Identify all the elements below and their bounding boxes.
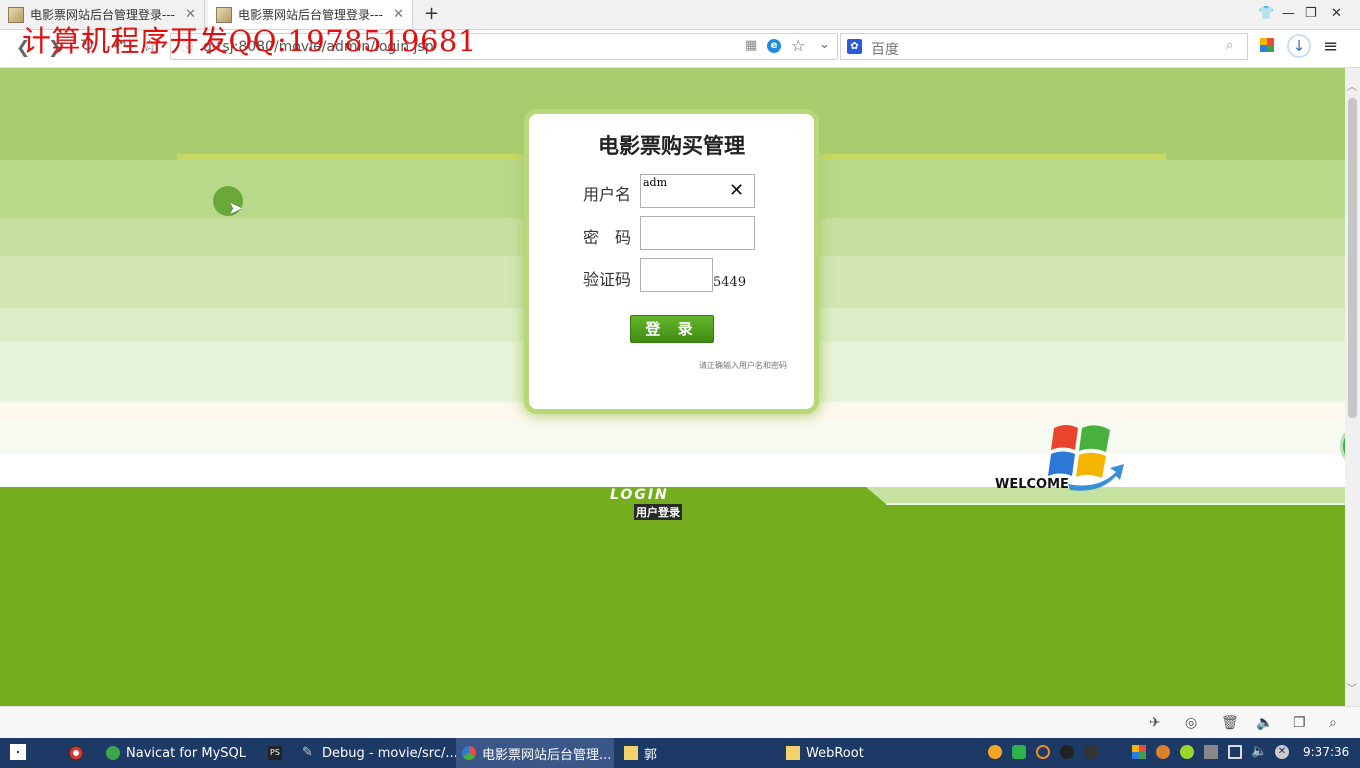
welcome-text: WELCOME xyxy=(995,477,1069,492)
search-bar[interactable]: ✿ 百度 ⌕ xyxy=(840,33,1248,60)
taskbar-item-label: 郭 xyxy=(644,747,658,763)
pin-icon[interactable]: ✈ xyxy=(1149,715,1161,731)
clear-input-icon[interactable]: ✕ xyxy=(729,180,744,201)
browser-icon xyxy=(462,746,476,760)
page-scrollbar[interactable]: ︿ ﹀ xyxy=(1345,68,1360,706)
tray-wechat-icon[interactable] xyxy=(1012,745,1026,759)
url-dropdown-icon[interactable]: ⌄ xyxy=(819,37,830,52)
taskbar-clock[interactable]: 9:37:36 xyxy=(1303,745,1349,759)
chrome-app-icon[interactable] xyxy=(68,745,84,761)
taskbar-item-browser[interactable]: 电影票网站后台管理... xyxy=(456,738,614,768)
username-value: adm xyxy=(643,176,668,189)
login-banner-cn: 用户登录 xyxy=(634,504,682,520)
ie-engine-icon[interactable]: e xyxy=(767,39,781,53)
folder-icon xyxy=(624,746,638,760)
login-hint: 请正确输入用户名和密码 xyxy=(699,361,787,370)
volume-icon[interactable]: 🔈 xyxy=(1256,715,1273,731)
folder-icon xyxy=(786,746,800,760)
mouse-cursor-icon: ➤ xyxy=(228,198,244,219)
tray-usb-icon[interactable] xyxy=(1204,745,1218,759)
taskbar-item-navicat[interactable]: Navicat for MySQL xyxy=(100,738,250,768)
navicat-icon xyxy=(106,746,120,760)
tray-search-icon[interactable] xyxy=(1036,745,1050,759)
maximize-icon[interactable]: ❐ xyxy=(1305,6,1317,21)
login-title: 电影票购买管理 xyxy=(598,133,745,158)
tray-close-icon[interactable]: ✕ xyxy=(1275,745,1289,759)
accelerate-icon[interactable]: ◎ xyxy=(1185,715,1197,731)
taskbar-item-label: Debug - movie/src/... xyxy=(322,745,458,761)
search-input[interactable]: 百度 xyxy=(871,39,899,59)
username-label: 用户名 xyxy=(583,185,632,204)
tray-360-icon[interactable] xyxy=(1180,745,1194,759)
tray-apps-icon[interactable] xyxy=(1132,745,1146,759)
download-icon[interactable]: ↓ xyxy=(1287,34,1311,58)
qr-code-icon[interactable]: ▦ xyxy=(745,38,757,53)
taskbar-item-label: Navicat for MySQL xyxy=(126,745,246,761)
photoshop-icon[interactable]: PS xyxy=(268,746,282,760)
password-input[interactable] xyxy=(640,216,755,250)
tray-qq2-icon[interactable] xyxy=(1084,745,1098,759)
scroll-thumb[interactable] xyxy=(1348,98,1357,418)
trash-icon[interactable]: 🗑 xyxy=(1221,715,1239,731)
watermark-text: 计算机程序开发QQ:1978519681 xyxy=(22,24,477,58)
baidu-paw-icon: ✿ xyxy=(847,39,862,54)
search-icon[interactable]: ⌕ xyxy=(1226,38,1233,53)
scroll-up-icon[interactable]: ︿ xyxy=(1347,78,1357,93)
captcha-label: 验证码 xyxy=(583,270,632,289)
taskbar-item-label: WebRoot xyxy=(806,745,864,761)
taskbar-item-webroot[interactable]: WebRoot xyxy=(780,738,940,768)
taskbar-item-folder-guo[interactable]: 郭 xyxy=(618,738,768,768)
tray-qq-icon[interactable] xyxy=(1060,745,1074,759)
taskbar-item-eclipse[interactable]: ✎ Debug - movie/src/... xyxy=(296,738,458,768)
zoom-icon[interactable]: ⌕ xyxy=(1329,715,1337,731)
captcha-input[interactable] xyxy=(640,258,713,292)
close-window-icon[interactable]: ✕ xyxy=(1331,6,1342,21)
tray-cat-icon[interactable] xyxy=(1156,745,1170,759)
tray-volume-icon[interactable]: 🔈 xyxy=(1251,744,1267,759)
password-label: 密 码 xyxy=(583,228,632,247)
menu-hamburger-icon[interactable]: ≡ xyxy=(1323,36,1338,57)
captcha-code[interactable]: 5449 xyxy=(713,275,746,290)
windows-start-icon[interactable] xyxy=(10,744,26,760)
skin-icon[interactable]: 👕 xyxy=(1258,6,1274,21)
apps-grid-icon[interactable] xyxy=(1260,38,1274,52)
tray-network-icon[interactable] xyxy=(1228,745,1242,759)
login-banner-en: LOGIN xyxy=(610,487,669,503)
minimize-icon[interactable]: — xyxy=(1282,6,1295,21)
tray-app-icon[interactable] xyxy=(988,745,1002,759)
login-button[interactable]: 登 录 xyxy=(630,315,714,343)
debug-icon: ✎ xyxy=(302,745,313,760)
restore-window-icon[interactable]: ❐ xyxy=(1293,715,1306,731)
bookmark-star-icon[interactable]: ☆ xyxy=(791,36,805,55)
scroll-down-icon[interactable]: ﹀ xyxy=(1347,680,1357,695)
taskbar-item-label: 电影票网站后台管理... xyxy=(482,747,612,763)
username-input[interactable]: adm ✕ xyxy=(640,174,755,208)
